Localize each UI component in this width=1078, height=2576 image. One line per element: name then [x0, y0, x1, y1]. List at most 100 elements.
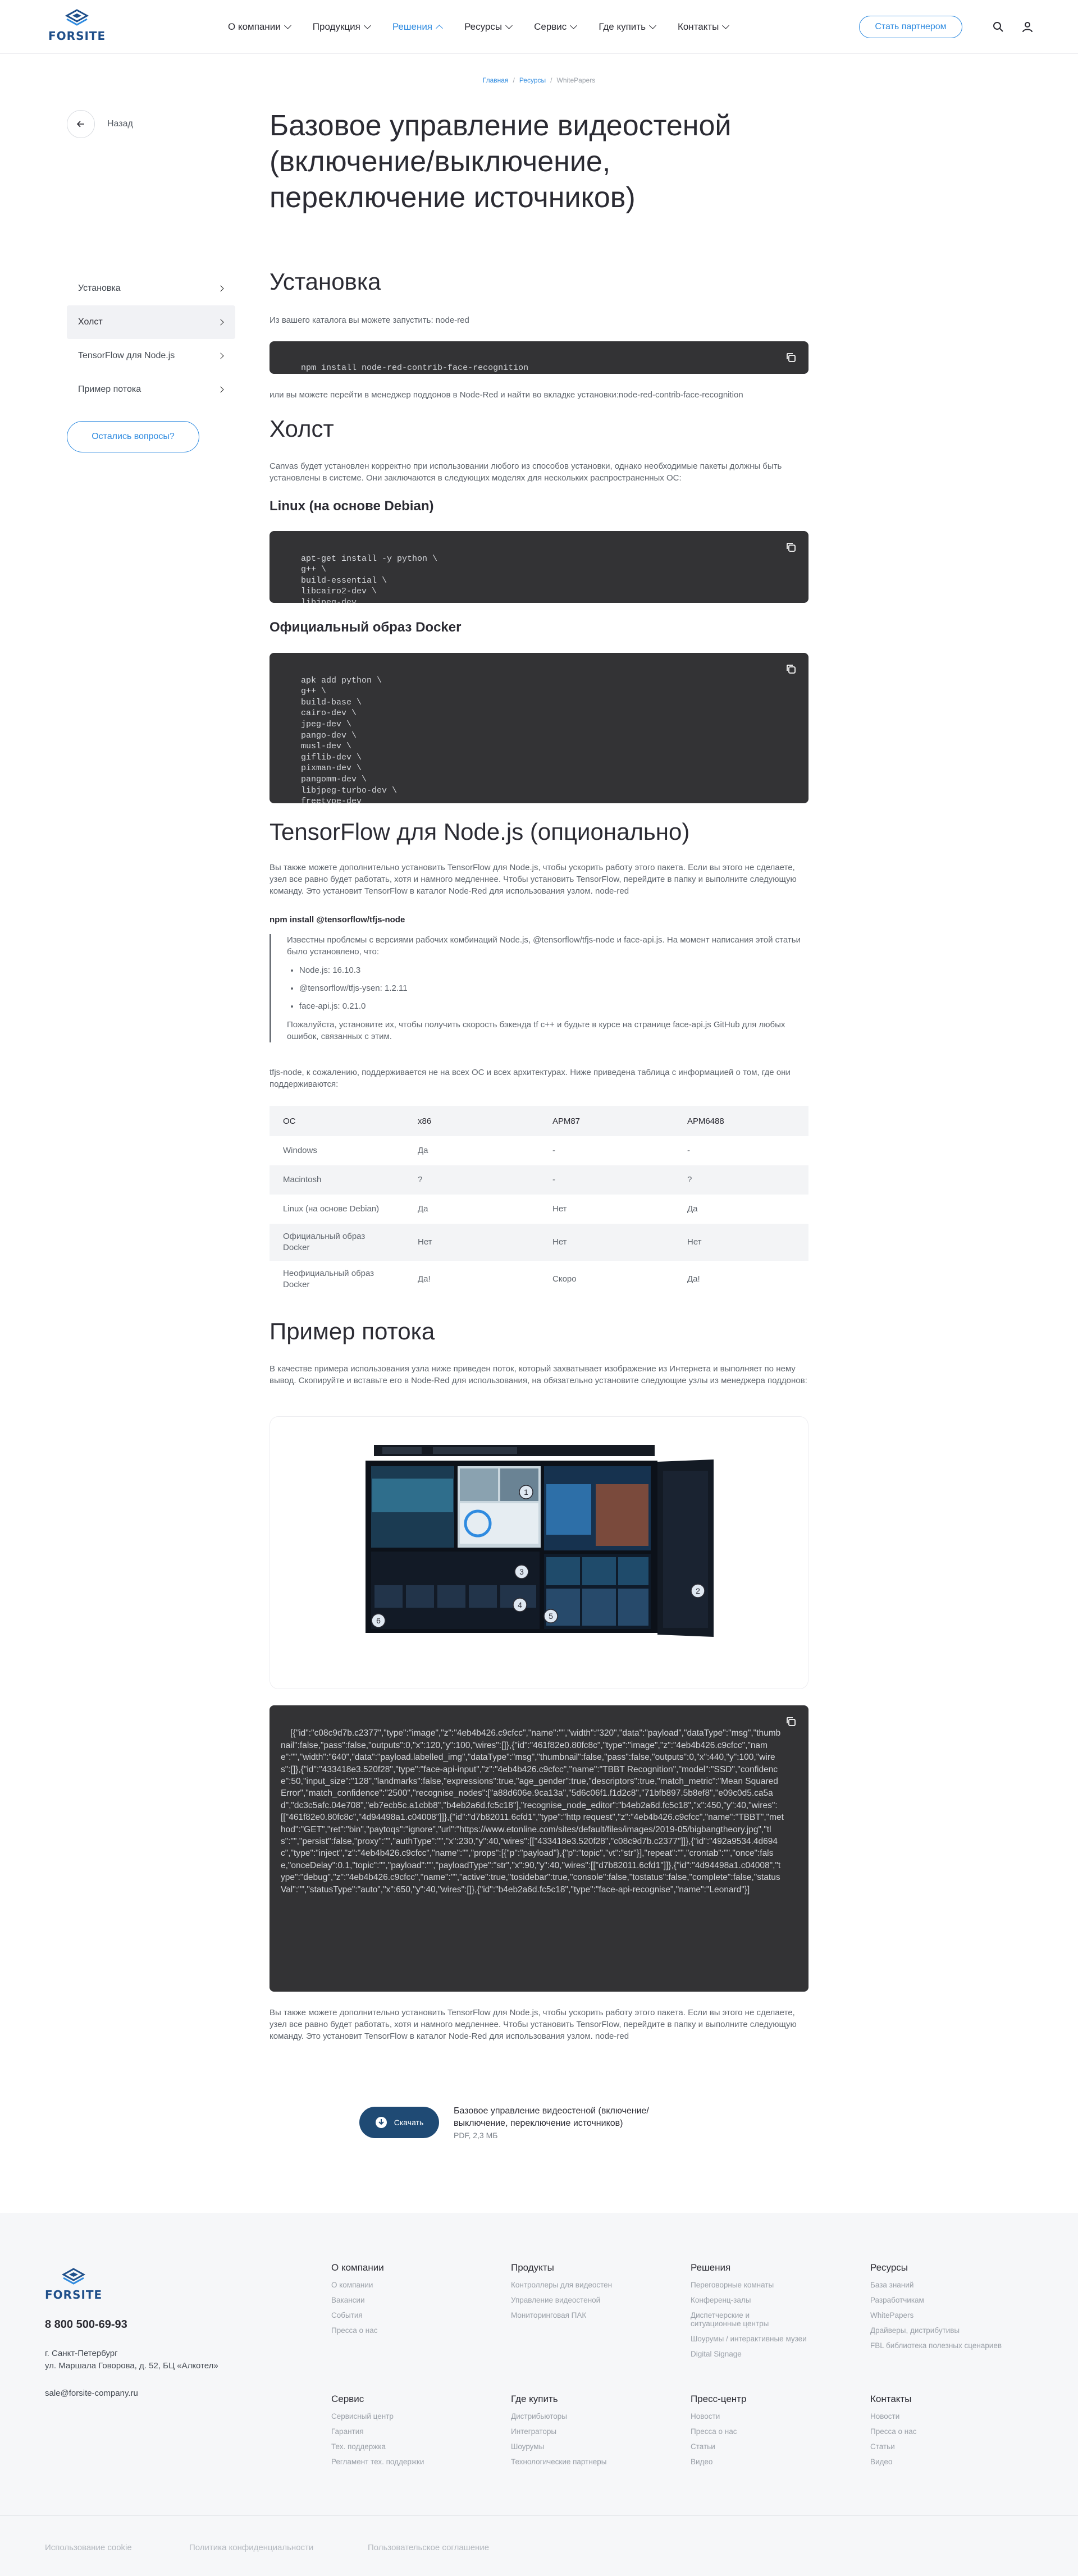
footer-link[interactable]: Новости — [691, 2412, 825, 2421]
footer-link[interactable]: Контроллеры для видеостен — [511, 2281, 646, 2289]
user-icon[interactable] — [1021, 20, 1034, 34]
footer-legal-privacy[interactable]: Политика конфиденциальности — [189, 2543, 313, 2552]
table-cell: Да — [418, 1204, 428, 1214]
footer-link[interactable]: Гарантия — [331, 2427, 466, 2436]
table-header: x86 — [404, 1106, 539, 1136]
nav-contacts[interactable]: Контакты — [678, 21, 730, 33]
footer-link[interactable]: Вакансии — [331, 2296, 466, 2304]
code-block-docker[interactable]: apk add python \ g++ \ build-base \ cair… — [270, 653, 808, 803]
footer-phone[interactable]: 8 800 500-69-93 — [45, 2318, 127, 2331]
footer-link[interactable]: Разработчикам — [870, 2296, 1016, 2304]
footer-email[interactable]: sale@forsite-company.ru — [45, 2389, 138, 2398]
marker-label: 2 — [696, 1586, 700, 1595]
footer-col-title: Пресс-центр — [691, 2394, 747, 2404]
table-row: Windows Да - - — [270, 1136, 808, 1165]
table-cell: Да! — [418, 1274, 431, 1284]
footer-link[interactable]: Видео — [870, 2458, 1005, 2466]
sidebar-item-flow-example[interactable]: Пример потока — [67, 373, 235, 406]
logo[interactable]: FORSITE — [48, 9, 106, 43]
footer-link[interactable]: Мониторинговая ПАК — [511, 2311, 646, 2319]
forsite-logo-icon — [62, 2268, 86, 2285]
linux-subtitle: Linux (на основе Debian) — [270, 498, 434, 514]
footer-link[interactable]: События — [331, 2311, 466, 2319]
table-cell: Неофициальный образ Docker — [283, 1269, 374, 1289]
address-line: г. Санкт-Петербург — [45, 2349, 118, 2358]
footer-address: г. Санкт-Петербург ул. Маршала Говорова,… — [45, 2348, 218, 2372]
footer-link[interactable]: Новости — [870, 2412, 1005, 2421]
video-wall-image: 1 2 3 4 5 6 — [270, 1416, 808, 1689]
breadcrumb-home[interactable]: Главная — [483, 76, 509, 84]
table-cell: ? — [674, 1165, 808, 1195]
footer-link[interactable]: Шоурумы — [511, 2442, 646, 2451]
footer-link[interactable]: Драйверы, дистрибутивы — [870, 2326, 1016, 2335]
back-button[interactable] — [67, 110, 95, 138]
footer-link[interactable]: Дистрибьюторы — [511, 2412, 646, 2421]
footer-link[interactable]: Технологические партнеры — [511, 2458, 646, 2466]
footer-link[interactable]: Пресса о нас — [331, 2326, 466, 2335]
footer-link[interactable]: Статьи — [870, 2442, 1005, 2451]
table-header: ОС — [270, 1106, 404, 1136]
footer-link[interactable]: Конференц-залы — [691, 2296, 820, 2304]
footer-link[interactable]: Шоурумы / интерактивные музеи — [691, 2335, 820, 2343]
install-after: или вы можете перейти в менеджер поддоно… — [270, 390, 743, 400]
nav-about[interactable]: О компании — [228, 21, 291, 33]
chevron-right-icon — [217, 285, 224, 292]
section-title-install: Установка — [270, 268, 381, 295]
nav-label: Продукция — [312, 21, 360, 32]
footer-link[interactable]: Диспетчерские и ситуационные центры — [691, 2311, 775, 2328]
code-text: [{"id":"c08c9d7b.c2377","type":"image","… — [281, 1728, 784, 1895]
questions-button[interactable]: Остались вопросы? — [67, 421, 199, 452]
sidebar-item-label: Пример потока — [78, 385, 141, 394]
code-block-flow[interactable]: [{"id":"c08c9d7b.c2377","type":"image","… — [270, 1705, 808, 1992]
footer-link[interactable]: Тех. поддержка — [331, 2442, 466, 2451]
footer-link[interactable]: База знаний — [870, 2281, 1016, 2289]
search-icon[interactable] — [992, 20, 1005, 34]
sidebar-item-tensorflow[interactable]: TensorFlow для Node.js — [67, 339, 235, 373]
footer-legal-cookies[interactable]: Использование cookie — [45, 2543, 132, 2552]
nav-where-to-buy[interactable]: Где купить — [599, 21, 656, 33]
back-link[interactable]: Назад — [67, 110, 133, 138]
footer-link[interactable]: WhitePapers — [870, 2311, 1016, 2319]
footer-link[interactable]: Пресса о нас — [691, 2427, 825, 2436]
nav-solutions[interactable]: Решения — [392, 21, 443, 33]
nav-resources[interactable]: Ресурсы — [464, 21, 513, 33]
footer-link[interactable]: Управление видеостеной — [511, 2296, 646, 2304]
copy-icon[interactable] — [785, 541, 797, 553]
footer-link[interactable]: Переговорные комнаты — [691, 2281, 820, 2289]
code-block-install[interactable]: npm install node-red-contrib-face-recogn… — [270, 341, 808, 374]
code-block-linux[interactable]: apt-get install -y python \ g++ \ build-… — [270, 531, 808, 603]
footer-link[interactable]: Регламент тех. поддержки — [331, 2458, 466, 2466]
footer-link[interactable]: Пресса о нас — [870, 2427, 1005, 2436]
footer-link[interactable]: Сервисный центр — [331, 2412, 466, 2421]
back-label: Назад — [107, 119, 133, 129]
download-button[interactable]: Скачать — [359, 2107, 439, 2138]
copy-icon[interactable] — [785, 351, 797, 364]
page-title: Базовое управление видеостеной (включени… — [270, 109, 732, 214]
site-footer: FORSITE 8 800 500-69-93 г. Санкт-Петербу… — [0, 2213, 1078, 2576]
footer-link[interactable]: Интеграторы — [511, 2427, 646, 2436]
copy-icon[interactable] — [785, 1715, 797, 1728]
chevron-right-icon — [217, 353, 224, 359]
footer-logo[interactable]: FORSITE — [45, 2268, 102, 2302]
download-meta: PDF, 2,3 МБ — [454, 2131, 498, 2140]
become-partner-button[interactable]: Стать партнером — [859, 16, 962, 38]
copy-icon[interactable] — [785, 663, 797, 675]
breadcrumb-resources[interactable]: Ресурсы — [519, 76, 546, 84]
footer-legal-agreement[interactable]: Пользовательское соглашение — [368, 2543, 489, 2552]
support-table: ОС x86 АРМ87 АРМ6488 Windows Да - - Maci… — [270, 1106, 808, 1298]
download-icon — [375, 2117, 387, 2128]
nav-products[interactable]: Продукция — [312, 21, 371, 33]
footer-link[interactable]: FBL библиотека полезных сценариев — [870, 2341, 1016, 2350]
footer-link[interactable]: Digital Signage — [691, 2350, 820, 2358]
footer-link[interactable]: Видео — [691, 2458, 825, 2466]
sidebar-item-canvas[interactable]: Холст — [67, 305, 235, 339]
video-wall-illustration: 1 2 3 4 5 6 — [270, 1417, 808, 1689]
sidebar-item-install[interactable]: Установка — [67, 272, 235, 305]
download-title: Базовое управление видеостеной (включени… — [454, 2106, 649, 2128]
forsite-logo-icon — [65, 9, 89, 26]
footer-link[interactable]: Статьи — [691, 2442, 825, 2451]
marker-label: 1 — [524, 1488, 528, 1497]
footer-link[interactable]: О компании — [331, 2281, 466, 2289]
nav-service[interactable]: Сервис — [534, 21, 578, 33]
download-info: Базовое управление видеостеной (включени… — [454, 2105, 678, 2140]
